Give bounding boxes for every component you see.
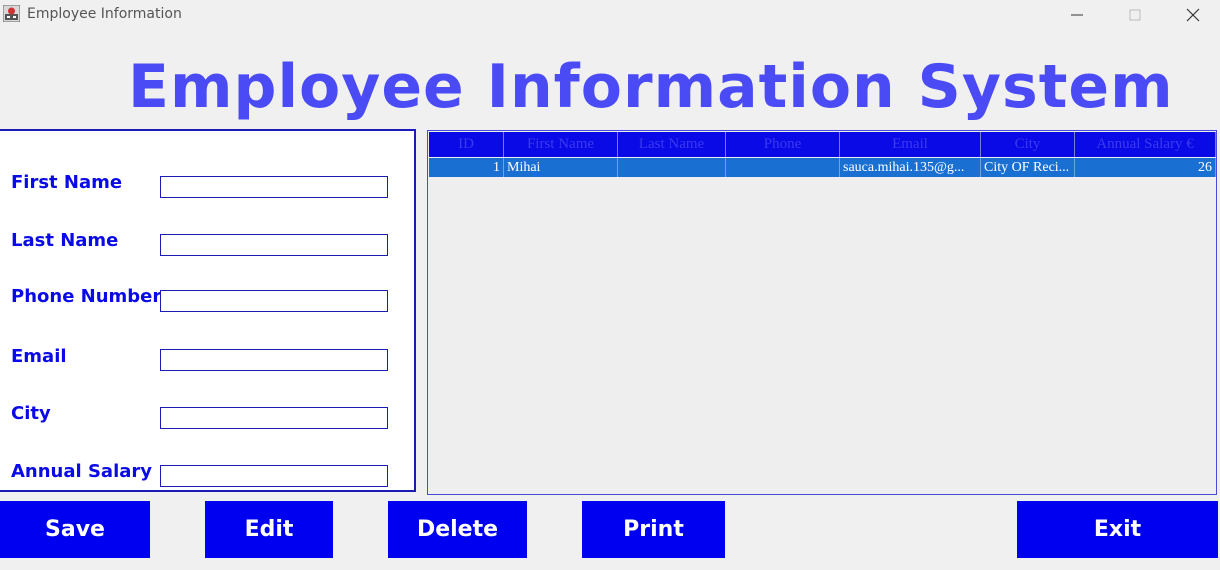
annual-salary-label: Annual Salary bbox=[11, 461, 152, 482]
java-app-icon bbox=[3, 5, 20, 22]
column-header-first-name[interactable]: First Name bbox=[504, 132, 618, 157]
table-header: ID First Name Last Name Phone Email City… bbox=[429, 132, 1216, 157]
cell-id[interactable]: 1 bbox=[429, 158, 504, 177]
cell-first-name[interactable]: Mihai bbox=[504, 158, 618, 177]
email-label: Email bbox=[11, 346, 67, 367]
minimize-icon bbox=[1071, 14, 1083, 16]
employee-table[interactable]: ID First Name Last Name Phone Email City… bbox=[427, 130, 1217, 495]
employee-form: First Name Last Name Phone Number Email … bbox=[0, 129, 416, 492]
cell-last-name[interactable] bbox=[618, 158, 726, 177]
first-name-label: First Name bbox=[11, 172, 123, 193]
last-name-field[interactable] bbox=[160, 234, 388, 256]
table-row[interactable]: 1 Mihai sauca.mihai.135@g... City OF Rec… bbox=[429, 158, 1216, 177]
maximize-icon bbox=[1129, 9, 1141, 21]
page-title: Employee Information System bbox=[128, 52, 1174, 122]
city-field[interactable] bbox=[160, 407, 388, 429]
cell-email[interactable]: sauca.mihai.135@g... bbox=[840, 158, 981, 177]
title-bar: Employee Information bbox=[0, 0, 1220, 30]
column-header-last-name[interactable]: Last Name bbox=[618, 132, 726, 157]
annual-salary-field[interactable] bbox=[160, 465, 388, 487]
cell-phone[interactable] bbox=[726, 158, 840, 177]
cell-city[interactable]: City OF Reci... bbox=[981, 158, 1075, 177]
close-button[interactable] bbox=[1164, 0, 1220, 30]
window-title: Employee Information bbox=[27, 6, 182, 22]
email-field[interactable] bbox=[160, 349, 388, 371]
city-label: City bbox=[11, 403, 51, 424]
column-header-phone[interactable]: Phone bbox=[726, 132, 840, 157]
first-name-field[interactable] bbox=[160, 176, 388, 198]
close-icon bbox=[1186, 8, 1200, 22]
column-header-annual-salary[interactable]: Annual Salary € bbox=[1075, 132, 1216, 157]
exit-button[interactable]: Exit bbox=[1017, 501, 1218, 558]
maximize-button[interactable] bbox=[1106, 0, 1164, 30]
minimize-button[interactable] bbox=[1048, 0, 1106, 30]
last-name-label: Last Name bbox=[11, 230, 119, 251]
cell-annual-salary[interactable]: 26 bbox=[1075, 158, 1216, 177]
column-header-email[interactable]: Email bbox=[840, 132, 981, 157]
edit-button[interactable]: Edit bbox=[205, 501, 333, 558]
save-button[interactable]: Save bbox=[0, 501, 150, 558]
delete-button[interactable]: Delete bbox=[388, 501, 527, 558]
phone-number-label: Phone Number bbox=[11, 286, 162, 307]
column-header-city[interactable]: City bbox=[981, 132, 1075, 157]
print-button[interactable]: Print bbox=[582, 501, 725, 558]
phone-number-field[interactable] bbox=[160, 290, 388, 312]
column-header-id[interactable]: ID bbox=[429, 132, 504, 157]
